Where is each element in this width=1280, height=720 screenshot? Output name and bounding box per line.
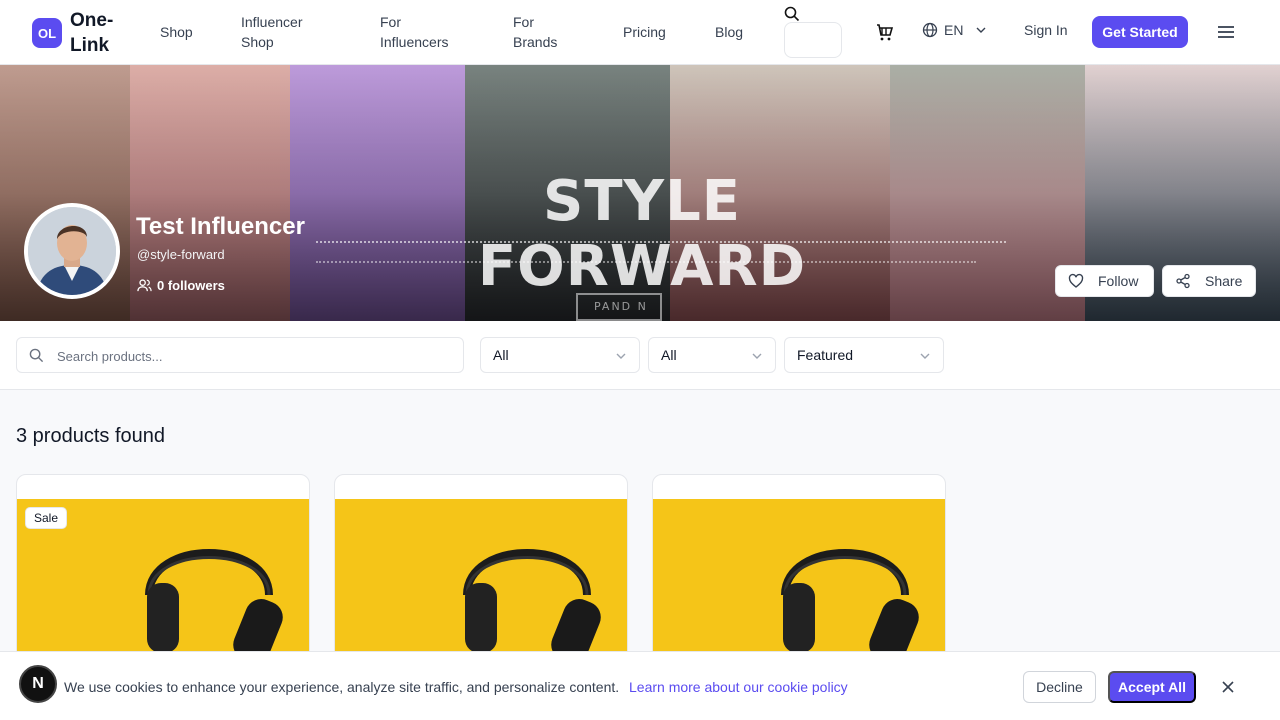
- heart-icon: [1068, 273, 1084, 288]
- share-label: Share: [1205, 273, 1243, 289]
- category-select-value: All: [493, 347, 509, 363]
- chevron-down-icon: [616, 353, 626, 359]
- banner-decor-line: [316, 241, 1006, 245]
- nav-link-blog[interactable]: Blog: [715, 22, 743, 42]
- product-card[interactable]: Sale: [16, 474, 310, 674]
- banner-headline: STYLE FORWARD: [477, 169, 807, 299]
- sort-select[interactable]: Featured: [784, 337, 944, 373]
- avatar-portrait: [28, 207, 116, 295]
- sale-badge: Sale: [25, 507, 68, 529]
- language-label: EN: [944, 22, 964, 38]
- follow-button[interactable]: Follow: [1055, 265, 1154, 297]
- product-card[interactable]: [334, 474, 628, 674]
- banner-tag: PAND N: [576, 293, 662, 321]
- product-search-input[interactable]: [57, 346, 447, 366]
- product-image[interactable]: [335, 499, 627, 673]
- filter-bar: All All Featured: [0, 321, 1280, 390]
- search-icon[interactable]: [784, 6, 800, 22]
- chevron-down-icon: [752, 353, 762, 359]
- logo-text: One-Link: [70, 10, 114, 56]
- results-count: 3 products found: [16, 425, 165, 447]
- language-selector[interactable]: EN: [922, 22, 987, 38]
- sort-select-value: Featured: [797, 347, 854, 363]
- cookie-banner: N We use cookies to enhance your experie…: [0, 651, 1280, 720]
- followers-label: 0 followers: [157, 278, 225, 293]
- influencer-handle: @style-forward: [137, 247, 225, 262]
- share-icon: [1176, 273, 1190, 289]
- nav-link-influencer-shop[interactable]: Influencer Shop: [241, 12, 321, 52]
- headphones-image: [463, 549, 601, 663]
- price-select-value: All: [661, 347, 677, 363]
- profile-banner: STYLE FORWARD PAND N Test Influencer @st…: [0, 65, 1280, 321]
- nav-search[interactable]: [784, 6, 842, 58]
- banner-decor-line: [316, 261, 976, 265]
- logo[interactable]: OL One-Link: [32, 8, 122, 58]
- nextjs-badge[interactable]: N: [19, 665, 57, 703]
- close-icon[interactable]: [1220, 679, 1236, 695]
- chevron-down-icon: [920, 353, 930, 359]
- cookie-message: We use cookies to enhance your experienc…: [64, 679, 620, 695]
- chevron-down-icon: [976, 27, 986, 33]
- nav-search-box[interactable]: [784, 22, 842, 58]
- product-search[interactable]: [16, 337, 464, 373]
- cart-icon[interactable]: [874, 22, 894, 42]
- menu-icon[interactable]: [1216, 22, 1236, 42]
- decline-button[interactable]: Decline: [1023, 671, 1096, 703]
- nav-link-shop[interactable]: Shop: [160, 22, 193, 42]
- follow-label: Follow: [1098, 273, 1139, 289]
- avatar: [24, 203, 120, 299]
- globe-icon: [922, 22, 938, 38]
- cookie-policy-link[interactable]: Learn more about our cookie policy: [629, 679, 848, 695]
- product-card[interactable]: [652, 474, 946, 674]
- banner-tag-text: PAND N: [594, 300, 648, 313]
- accept-all-button[interactable]: Accept All: [1108, 671, 1196, 703]
- sign-in-link[interactable]: Sign In: [1024, 22, 1068, 38]
- category-select[interactable]: All: [480, 337, 640, 373]
- users-icon: [137, 279, 152, 292]
- get-started-button[interactable]: Get Started: [1092, 16, 1188, 48]
- influencer-name: Test Influencer: [136, 213, 305, 240]
- logo-badge: OL: [32, 18, 62, 48]
- share-button[interactable]: Share: [1162, 265, 1256, 297]
- nav-link-pricing[interactable]: Pricing: [623, 22, 666, 42]
- top-nav: OL One-Link Shop Influencer Shop For Inf…: [0, 0, 1280, 65]
- price-select[interactable]: All: [648, 337, 776, 373]
- nav-link-for-influencers[interactable]: For Influencers: [380, 12, 460, 52]
- followers-count: 0 followers: [137, 278, 225, 293]
- product-image[interactable]: [653, 499, 945, 673]
- search-icon: [29, 348, 44, 363]
- nav-link-for-brands[interactable]: For Brands: [513, 12, 573, 52]
- headphones-image: [781, 549, 919, 663]
